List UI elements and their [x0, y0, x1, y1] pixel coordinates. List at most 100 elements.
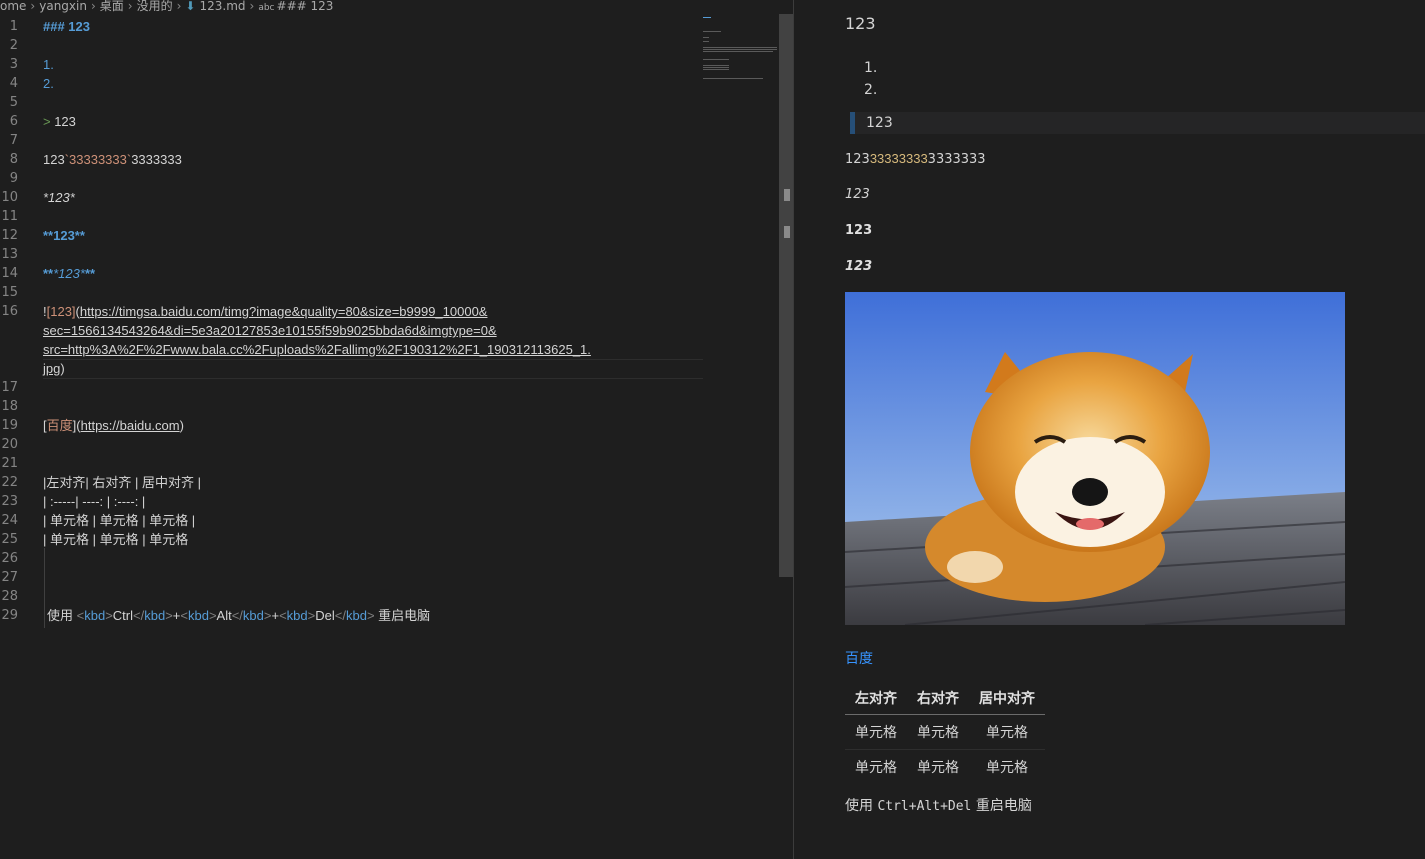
code-line[interactable]: **123** — [43, 226, 85, 245]
chevron-right-icon: › — [176, 0, 182, 13]
line-number: 29 — [1, 608, 18, 623]
preview-kbd-paragraph: 使用 Ctrl+Alt+Del 重启电脑 — [845, 795, 1032, 815]
tag-bracket: < — [180, 608, 188, 623]
code-line[interactable]: ***123*** — [43, 264, 95, 283]
current-line-highlight — [43, 359, 703, 379]
code-line[interactable]: ### 123 — [43, 17, 90, 36]
line-number: 27 — [1, 570, 18, 585]
code-line-wrap[interactable]: jpg) — [43, 359, 65, 378]
preview-heading: 123 — [845, 14, 876, 33]
table-cell: 单元格 — [845, 749, 907, 784]
minimap-line — [703, 51, 773, 52]
paren: ) — [179, 418, 184, 433]
list-item: 2. — [864, 82, 878, 98]
preview-strong: 123 — [845, 223, 873, 238]
minimap-line — [703, 47, 777, 48]
line-number: 11 — [1, 209, 18, 224]
code-line[interactable]: | :-----| ----: | :----: | — [43, 492, 145, 511]
table-cell: 单元格 — [907, 749, 969, 784]
paragraph-text: 3333333 — [927, 152, 986, 167]
table-cell: 单元格 — [845, 714, 907, 750]
chevron-right-icon: › — [90, 0, 96, 13]
line-number: 8 — [9, 152, 18, 167]
breadcrumb-item-yangxin[interactable]: yangxin — [39, 0, 87, 13]
line-number: 5 — [9, 95, 18, 110]
markdown-file-icon: ⬇ — [185, 0, 196, 13]
preview-image[interactable] — [845, 292, 1345, 625]
minimap-line — [703, 69, 729, 70]
image-url[interactable]: jpg — [43, 361, 60, 376]
code-line[interactable]: 1. — [43, 55, 54, 74]
preview-link-baidu[interactable]: 百度 — [845, 648, 873, 668]
breadcrumb-item-desktop[interactable]: 桌面 — [100, 0, 124, 13]
kbd-keys: Ctrl+Alt+Del — [877, 799, 972, 814]
code-line[interactable]: *123* — [43, 188, 75, 207]
line-number: 20 — [1, 437, 18, 452]
minimap-line — [703, 67, 729, 68]
line-number: 21 — [1, 456, 18, 471]
line-number: 19 — [1, 418, 18, 433]
line-number: 28 — [1, 589, 18, 604]
minimap-line — [703, 65, 729, 66]
minimap-line — [703, 49, 777, 50]
minimap-line — [703, 17, 711, 18]
bold-marker: ** — [84, 266, 96, 281]
line-number: 18 — [1, 399, 18, 414]
chevron-right-icon: › — [249, 0, 255, 13]
minimap-line — [703, 31, 721, 32]
code-line[interactable]: | 单元格 | 单元格 | 单元格 — [43, 530, 188, 549]
paragraph-text: 123 — [845, 152, 870, 167]
tag-name: kbd — [242, 608, 264, 623]
breadcrumb-item-symbol[interactable]: ### 123 — [277, 0, 334, 13]
code-line[interactable]: 123`33333333`3333333 — [43, 150, 182, 169]
tag-name: kbd — [286, 608, 308, 623]
link-url[interactable]: https://baidu.com — [81, 418, 180, 433]
tag-name: kbd — [187, 608, 209, 623]
tag-name: kbd — [84, 608, 106, 623]
line-number: 7 — [9, 133, 18, 148]
code-text: 123 — [43, 152, 65, 167]
paren-close: ) — [60, 361, 65, 376]
code-line[interactable]: 使用 <kbd>Ctrl</kbd>+<kbd>Alt</kbd>+<kbd>D… — [47, 606, 430, 625]
breadcrumb-item-file[interactable]: 123.md — [199, 0, 245, 13]
code-line-wrap[interactable]: src=http%3A%2F%2Fwww.bala.cc%2Fuploads%2… — [43, 340, 591, 359]
preview-ordered-list: 1. 2. — [864, 57, 877, 101]
minimap-line — [703, 37, 709, 38]
quote-text: 123 — [50, 114, 76, 129]
line-number: 3 — [9, 57, 18, 72]
tag-bracket: </ — [133, 608, 145, 623]
table-row: 单元格 单元格 单元格 — [845, 714, 1045, 750]
image-alt-text: [123] — [46, 304, 76, 319]
breadcrumb-item-home[interactable]: ome — [0, 0, 26, 13]
code-line[interactable]: [百度](https://baidu.com) — [43, 416, 184, 435]
shiba-dog-image — [845, 292, 1345, 625]
tag-bracket: > — [165, 608, 173, 623]
tag-name: kbd — [144, 608, 166, 623]
code-line-wrap[interactable]: sec=1566134543264&di=5e3a20127853e10155f… — [43, 321, 497, 340]
table-header-row: 左对齐 右对齐 居中对齐 — [845, 682, 1045, 715]
indent-guide — [44, 548, 45, 628]
markdown-preview-pane[interactable]: 123 1. 2. 123 123333333333333333 123 123… — [794, 0, 1425, 859]
line-number: 14 — [1, 266, 18, 281]
blockquote-bar — [850, 112, 855, 134]
code-line[interactable]: 2. — [43, 74, 54, 93]
minimap[interactable] — [703, 14, 779, 94]
key-text: Ctrl — [112, 608, 133, 623]
tag-bracket: < — [279, 608, 287, 623]
chevron-right-icon: › — [30, 0, 36, 13]
code-line[interactable]: | 单元格 | 单元格 | 单元格 | — [43, 511, 195, 530]
line-number: 4 — [9, 76, 18, 91]
breadcrumb-item-folder[interactable]: 没用的 — [137, 0, 173, 13]
preview-paragraph: 123333333333333333 — [845, 151, 986, 167]
scroll-decoration — [784, 189, 790, 201]
code-line[interactable]: > 123 — [43, 112, 76, 131]
vertical-scrollbar[interactable] — [779, 14, 793, 577]
line-number: 12 — [1, 228, 18, 243]
line-number: 22 — [1, 475, 18, 490]
image-url[interactable]: https://timgsa.baidu.com/timg?image&qual… — [80, 304, 488, 319]
list-item: 1. — [864, 60, 878, 76]
editor-pane[interactable]: ome › yangxin › 桌面 › 没用的 › ⬇ 123.md › abc ### 123 1 … — [0, 0, 793, 859]
line-number: 9 — [9, 171, 18, 186]
code-line[interactable]: |左对齐| 右对齐 | 居中对齐 | — [43, 473, 201, 492]
code-line[interactable]: ![123](https://timgsa.baidu.com/timg?ima… — [43, 302, 487, 321]
